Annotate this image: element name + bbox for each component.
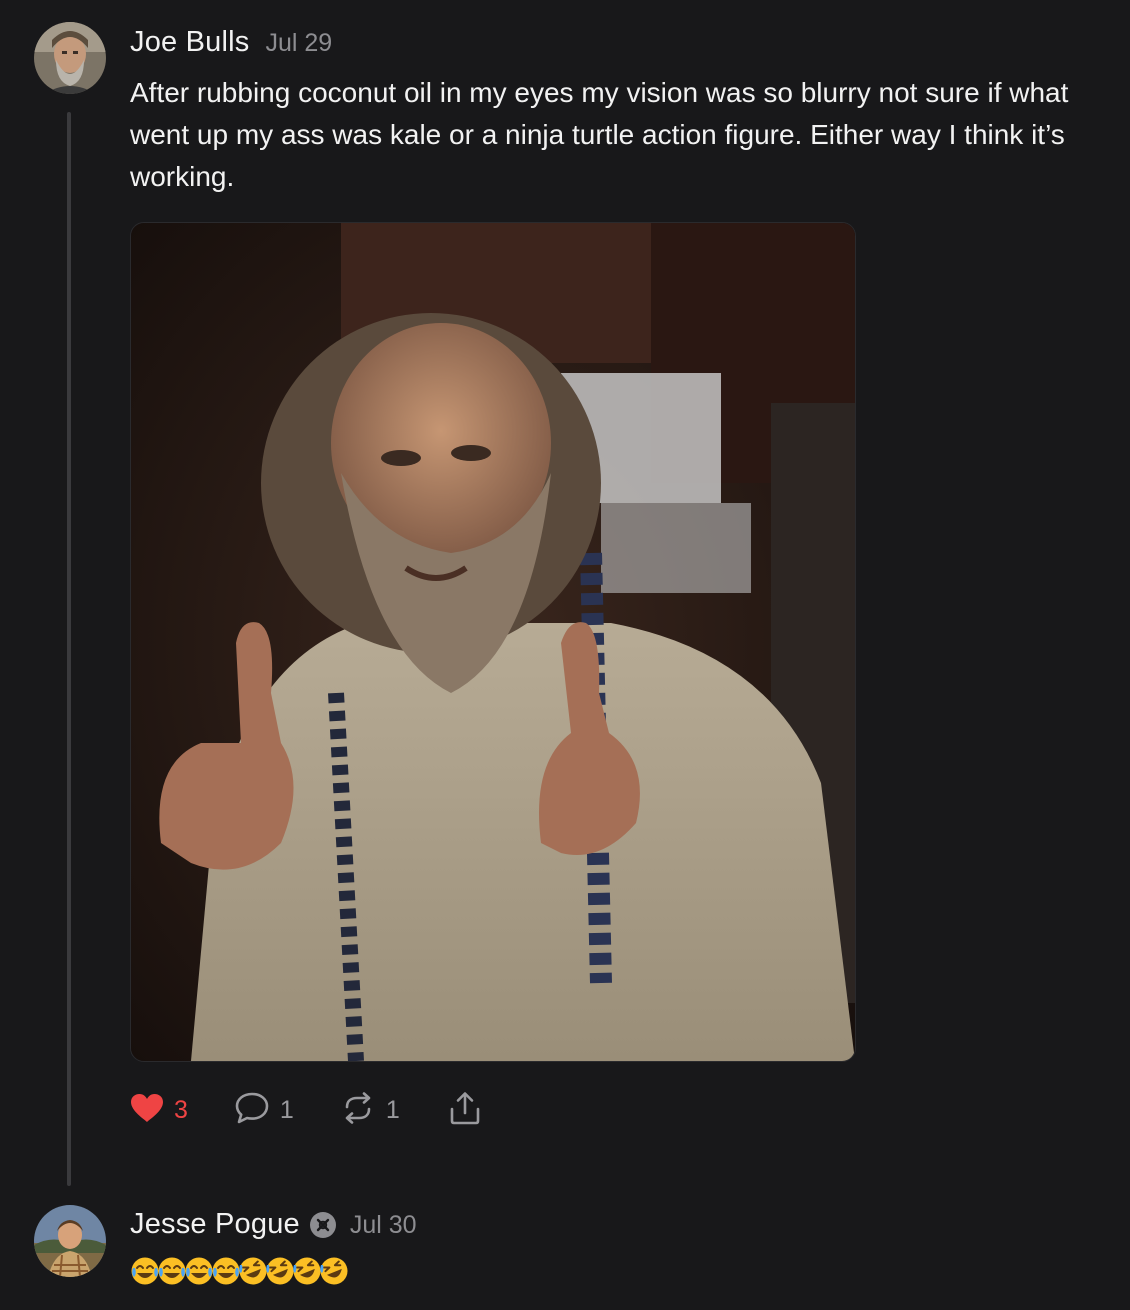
share-button[interactable] <box>448 1091 482 1130</box>
like-button[interactable]: 3 <box>130 1093 188 1128</box>
thread-feed: Joe Bulls Jul 29 After rubbing coconut o… <box>0 0 1130 1310</box>
thread-connector-line <box>67 112 71 1186</box>
author-name[interactable]: Joe Bulls <box>130 26 249 59</box>
emoji <box>157 1256 187 1286</box>
verified-badge-icon <box>309 1211 336 1238</box>
reply-emoji-text <box>130 1256 349 1286</box>
emoji <box>211 1256 241 1286</box>
emoji <box>265 1256 295 1286</box>
emoji <box>238 1256 268 1286</box>
comment-button[interactable]: 1 <box>234 1091 294 1130</box>
repost-count: 1 <box>385 1095 400 1124</box>
heart-icon <box>130 1093 164 1128</box>
avatar[interactable] <box>34 1205 106 1277</box>
emoji <box>292 1256 322 1286</box>
emoji <box>184 1256 214 1286</box>
post-actions: 3 1 1 <box>130 1090 482 1130</box>
author-name[interactable]: Jesse Pogue <box>130 1208 300 1241</box>
post-image[interactable] <box>130 222 856 1062</box>
post-header: Jesse Pogue Jul 30 <box>130 1208 417 1241</box>
share-icon <box>448 1091 482 1130</box>
repost-icon <box>340 1091 376 1129</box>
repost-button[interactable]: 1 <box>340 1091 400 1129</box>
post-date[interactable]: Jul 29 <box>265 29 332 58</box>
emoji <box>130 1256 160 1286</box>
like-count: 3 <box>174 1095 188 1124</box>
post-date[interactable]: Jul 30 <box>350 1211 417 1240</box>
comment-count: 1 <box>279 1095 294 1124</box>
avatar[interactable] <box>34 22 106 94</box>
post-text: After rubbing coconut oil in my eyes my … <box>130 77 1069 192</box>
emoji <box>319 1256 349 1286</box>
comment-icon <box>234 1091 270 1130</box>
post-header: Joe Bulls Jul 29 <box>130 26 332 59</box>
